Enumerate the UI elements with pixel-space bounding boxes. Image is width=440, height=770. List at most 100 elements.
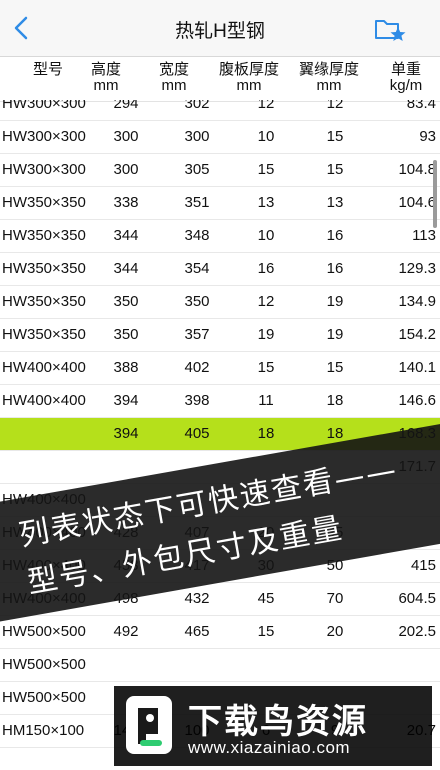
cell-height: 344 [113,260,139,277]
cell-unit-weight: 83.4 [406,100,436,112]
cell-flange-thickness: 15 [326,128,344,145]
cell-web-thickness: 11 [258,392,274,409]
table-row[interactable]: HW500×500 492 465 15 20 202.5 [0,616,440,649]
cell-width: 402 [184,359,210,376]
cell-height: 394 [113,425,139,442]
cell-web-thickness: 12 [257,100,275,112]
cell-model: HW300×300 [2,128,86,145]
cell-web-thickness: 13 [257,194,275,211]
cell-flange-thickness: 16 [326,227,344,244]
header-width: 宽度 mm [158,61,189,94]
cell-height: 350 [113,326,139,343]
cell-height: 338 [113,194,139,211]
cell-flange-thickness: 19 [326,293,344,310]
table-row[interactable]: HW350×350 350 357 19 19 154.2 [0,319,440,352]
cell-flange-thickness: 18 [326,392,344,409]
cell-flange-thickness: 19 [326,326,344,343]
favorite-folder-icon[interactable] [374,16,406,42]
cell-unit-weight: 104.6 [398,194,436,211]
table-row[interactable]: HW300×300 294 302 12 12 83.4 [0,100,440,121]
cell-height: 350 [113,293,139,310]
cell-unit-weight: 154.2 [398,326,436,343]
cell-web-thickness: 10 [257,128,275,145]
nav-bar: 热轧H型钢 [0,0,440,57]
cell-flange-thickness: 15 [326,359,344,376]
cell-web-thickness: 16 [257,260,275,277]
cell-unit-weight: 93 [419,128,436,145]
cell-width: 351 [184,194,210,211]
header-height: 高度 mm [90,61,121,94]
cell-width: 357 [184,326,210,343]
table-row[interactable]: HW500×500 [0,649,440,682]
cell-unit-weight: 146.6 [398,392,436,409]
cell-model: HW300×300 [2,100,86,112]
cell-web-thickness: 12 [257,293,275,310]
cell-model: HW350×350 [2,194,86,211]
table-row[interactable]: HW300×300 300 300 10 15 93 [0,121,440,154]
header-web-thickness: 腹板厚度 mm [218,61,279,94]
cell-unit-weight: 129.3 [398,260,436,277]
table-row[interactable]: HW350×350 350 350 12 19 134.9 [0,286,440,319]
cell-model: HW350×350 [2,326,86,343]
cell-model: HW500×500 [2,689,86,706]
watermark-title: 下载鸟资源 [188,703,368,741]
cell-width: 398 [184,392,210,409]
cell-model: HW400×400 [2,392,86,409]
cell-web-thickness: 10 [257,227,275,244]
cell-model: HW500×500 [2,656,86,673]
cell-height: 344 [113,227,139,244]
cell-height: 394 [113,392,139,409]
cell-unit-weight: 113 [412,227,436,244]
cell-height: 300 [113,161,139,178]
cell-unit-weight: 415 [410,557,436,574]
table-row[interactable]: HW300×300 300 305 15 15 104.8 [0,154,440,187]
scrollbar[interactable] [433,160,437,228]
cell-width: 465 [184,623,210,640]
cell-model: HW350×350 [2,260,86,277]
cell-model: HW500×500 [2,623,86,640]
cell-web-thickness: 19 [257,326,275,343]
table-row[interactable]: HW350×350 344 354 16 16 129.3 [0,253,440,286]
cell-unit-weight: 604.5 [398,590,436,607]
cell-web-thickness: 15 [257,161,275,178]
cell-web-thickness: 18 [257,425,275,442]
table-row[interactable]: HW400×400 394 398 11 18 146.6 [0,385,440,418]
cell-unit-weight: 134.9 [398,293,436,310]
cell-width: 300 [184,128,210,145]
cell-web-thickness: 15 [257,359,275,376]
cell-width: 405 [184,425,210,442]
table-row[interactable]: HW400×400 388 402 15 15 140.1 [0,352,440,385]
table-row[interactable]: HW350×350 344 348 10 16 113 [0,220,440,253]
cell-model: HW300×300 [2,161,86,178]
cell-flange-thickness: 13 [326,194,344,211]
header-unit-weight: 单重 kg/m [389,61,423,94]
cell-width: 302 [184,100,210,112]
cell-height: 294 [113,100,139,112]
cell-flange-thickness: 15 [326,161,344,178]
table-header: 型号 高度 mm 宽度 mm 腹板厚度 mm 翼缘厚度 mm 单重 kg/m [0,57,440,102]
cell-flange-thickness: 12 [326,100,344,112]
header-flange-thickness: 翼缘厚度 mm [298,61,359,94]
cell-model: HW350×350 [2,227,86,244]
cell-width: 350 [184,293,210,310]
cell-width: 354 [184,260,210,277]
cell-unit-weight: 202.5 [398,623,436,640]
cell-flange-thickness: 16 [326,260,344,277]
cell-model: HW400×400 [2,359,86,376]
cell-unit-weight: 140.1 [398,359,436,376]
table-row[interactable]: HW350×350 338 351 13 13 104.6 [0,187,440,220]
cell-flange-thickness: 20 [326,623,344,640]
cell-unit-weight: 104.8 [398,161,436,178]
cell-web-thickness: 45 [257,590,275,607]
cell-model: HM150×100 [2,722,85,739]
watermark: 下载鸟资源 www.xiazainiao.com [114,686,432,766]
cell-height: 388 [113,359,139,376]
cell-width: 432 [184,590,210,607]
cell-flange-thickness: 70 [326,590,344,607]
cell-width: 305 [184,161,210,178]
bird-logo-icon [126,696,172,754]
cell-height: 492 [113,623,139,640]
cell-web-thickness: 15 [257,623,275,640]
cell-height: 300 [113,128,139,145]
watermark-url: www.xiazainiao.com [188,738,351,757]
